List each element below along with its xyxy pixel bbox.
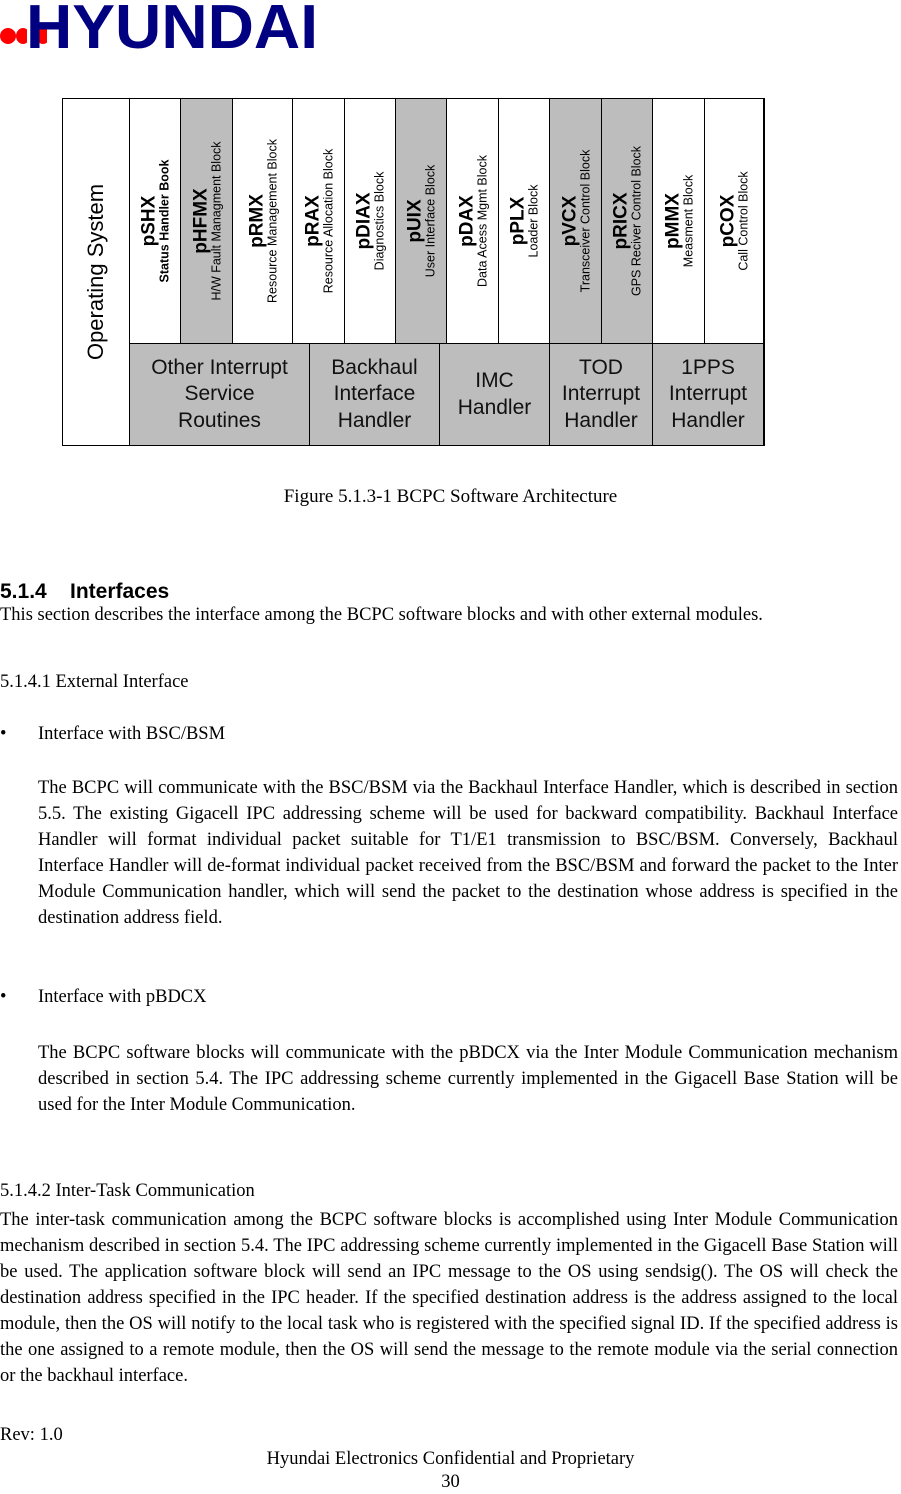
handler-label-line: Service (184, 382, 255, 406)
block-name: pUIX (404, 199, 426, 243)
block-name: pHFMX (189, 188, 211, 254)
block-label: pPLX Loader Block (507, 184, 541, 258)
bullet-title: Interface with pBDCX (38, 987, 207, 1007)
handler-label-line: Handler (457, 395, 532, 419)
block-prmx: pRMX Resource Management Block (233, 99, 293, 343)
block-prax: pRAX Resource Allocation Block (293, 99, 345, 343)
other-isr-block: Other Interrupt Service Routines (130, 343, 310, 445)
handler-label-line: TOD (579, 356, 623, 380)
block-label: pUIX User Interface Block (404, 164, 438, 278)
section-intro: This section describes the interface amo… (0, 605, 763, 625)
1pps-interrupt-handler-block: 1PPS Interrupt Handler (653, 343, 764, 445)
block-pvcx: pVCX Transceiver Control Block (550, 99, 602, 343)
block-name: pRMX (245, 194, 267, 248)
block-label: pCOX Call Control Block (717, 171, 751, 271)
handler-label-line: Routines (178, 408, 261, 432)
bullet-title: Interface with BSC/BSM (38, 724, 226, 744)
block-pricx: pRICX GPS Reciver Control Block (602, 99, 653, 343)
handler-label-line: 1PPS (681, 356, 735, 380)
block-name: pPLX (507, 196, 529, 246)
section-number: 5.1.4 (0, 580, 47, 603)
bullet-body: The BCPC will communicate with the BSC/B… (38, 778, 898, 928)
block-label: pHFMX H/W Fault Managment Block (189, 141, 223, 301)
block-label: pSHX Status Handler Book (138, 159, 172, 283)
handler-label-line: IMC (475, 369, 514, 393)
block-label: pRMX Resource Management Block (245, 139, 279, 303)
block-description: Status Handler Book (157, 159, 172, 283)
block-name: pMMX (661, 193, 683, 249)
bullet-item: • Interface with pBDCX (0, 987, 898, 1013)
block-description: Transceiver Control Block (577, 149, 592, 293)
block-description: GPS Reciver Control Block (629, 145, 644, 297)
handler-label-line: Other Interrupt (151, 356, 288, 380)
section-title: Interfaces (70, 580, 170, 603)
hyundai-logo: HYUNDAI (0, 0, 318, 52)
subsection-heading-external: 5.1.4.1 External Interface (0, 672, 189, 692)
block-description: Measment Block (680, 174, 695, 268)
revision-label: Rev: 1.0 (0, 1425, 63, 1445)
block-label: pVCX Transceiver Control Block (558, 149, 592, 293)
block-pdax: pDAX Data Acess Mgmt Block (447, 99, 499, 343)
block-label: pRAX Resource Allocation Block (301, 148, 335, 294)
block-name: pRICX (610, 192, 632, 250)
os-label: Operating System (83, 183, 108, 361)
handler-label-line: Backhaul (331, 356, 418, 380)
block-label: pDAX Data Acess Mgmt Block (455, 155, 489, 287)
handler-label-line: Interrupt (561, 382, 641, 406)
block-pdiax: pDIAX Diagnostics Block (345, 99, 396, 343)
block-name: pVCX (558, 195, 580, 247)
handler-label-line: Interrupt (668, 382, 748, 406)
block-name: pDAX (455, 195, 477, 247)
handler-label-line: Handler (671, 408, 745, 432)
handler-label-line: Interface (333, 382, 416, 406)
bullet-icon: • (0, 987, 7, 1007)
block-name: pSHX (138, 195, 160, 247)
bullet-icon: • (0, 724, 7, 744)
confidential-notice: Hyundai Electronics Confidential and Pro… (266, 1449, 635, 1469)
block-name: pCOX (717, 194, 739, 248)
block-description: Resource Allocation Block (320, 148, 335, 294)
block-pmmx: pMMX Measment Block (653, 99, 705, 343)
page-number: 30 (441, 1472, 460, 1492)
figure-caption: Figure 5.1.3-1 BCPC Software Architectur… (283, 486, 618, 507)
imc-handler-block: IMC Handler (440, 343, 550, 445)
block-description: H/W Fault Managment Block (208, 141, 223, 301)
block-pplx: pPLX Loader Block (499, 99, 550, 343)
block-description: Resource Management Block (264, 139, 279, 303)
operating-system-block: Operating System (63, 99, 130, 445)
block-description: User Interface Block (423, 164, 438, 278)
block-label: pRICX GPS Reciver Control Block (610, 145, 644, 297)
bullet-item: • Interface with BSC/BSM (0, 724, 898, 750)
block-description: Call Control Block (736, 171, 751, 271)
block-pshx: pSHX Status Handler Book (130, 99, 181, 343)
block-name: pDIAX (353, 192, 375, 250)
block-phfmx: pHFMX H/W Fault Managment Block (181, 99, 233, 343)
block-label: pMMX Measment Block (661, 174, 695, 268)
backhaul-interface-handler-block: Backhaul Interface Handler (310, 343, 440, 445)
block-label: pDIAX Diagnostics Block (353, 171, 387, 271)
block-description: Data Acess Mgmt Block (474, 155, 489, 287)
block-pcox: pCOX Call Control Block (705, 99, 764, 343)
block-description: Loader Block (526, 184, 541, 258)
section-heading: 5.1.4 Interfaces (0, 580, 169, 604)
block-name: pRAX (301, 195, 323, 247)
subsection-heading-inter-task: 5.1.4.2 Inter-Task Communication (0, 1181, 255, 1201)
handler-label-line: Handler (337, 408, 412, 432)
block-description: Diagnostics Block (372, 171, 387, 271)
inter-task-body: The inter-task communication among the B… (0, 1210, 898, 1386)
bullet-body: The BCPC software blocks will communicat… (38, 1043, 898, 1115)
software-architecture-diagram: Operating System pSHX Status Handler Book… (62, 98, 765, 446)
handler-label-line: Handler (564, 408, 638, 432)
block-puix: pUIX User Interface Block (396, 99, 447, 343)
tod-interrupt-handler-block: TOD Interrupt Handler (550, 343, 653, 445)
logo-text: HYUNDAI (26, 0, 318, 52)
